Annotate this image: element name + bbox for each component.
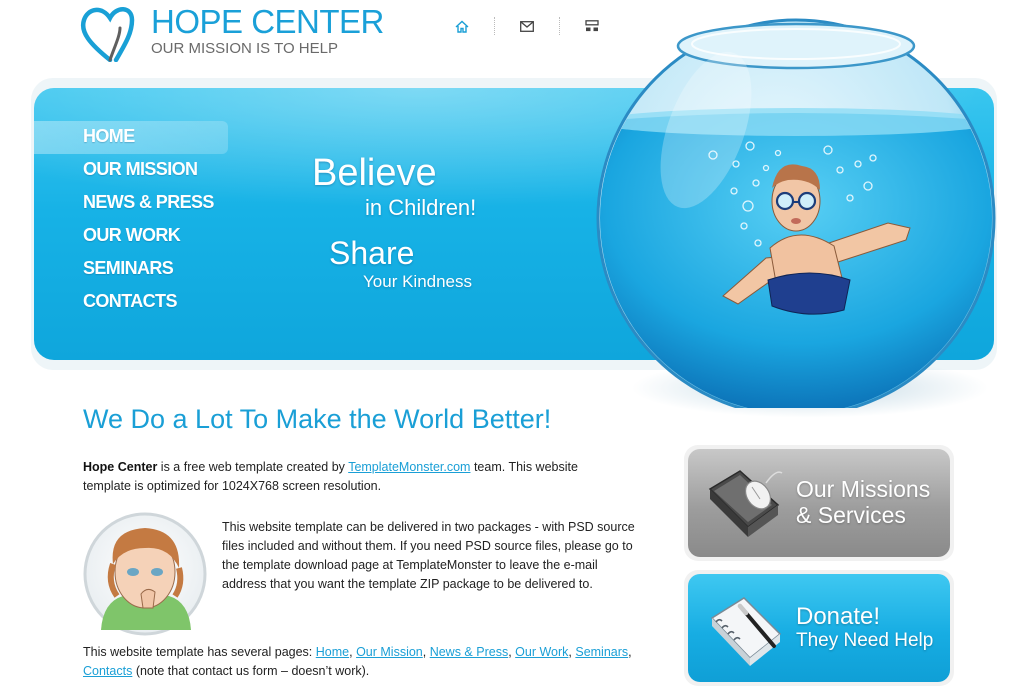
slogan-your-kindness: Your Kindness — [363, 272, 473, 291]
intro-text-a: is a free web template created by — [157, 460, 349, 474]
mail-icon[interactable] — [513, 16, 541, 36]
nav-item-contacts[interactable]: CONTACTS — [34, 286, 234, 319]
child-portrait-image — [83, 512, 207, 636]
pages-text-b: (note that contact us form – doesn’t wor… — [132, 664, 370, 678]
divider — [494, 17, 495, 35]
laptop-mouse-icon — [708, 470, 783, 537]
slogan-believe: Believe — [312, 152, 437, 194]
nav-item-news-press[interactable]: NEWS & PRESS — [34, 187, 234, 220]
notebook-pen-icon — [710, 597, 782, 666]
link-our-mission[interactable]: Our Mission — [356, 645, 423, 659]
link-contacts[interactable]: Contacts — [83, 664, 132, 678]
home-icon[interactable] — [448, 16, 476, 36]
link-home[interactable]: Home — [316, 645, 349, 659]
site-title: HOPE CENTER — [151, 3, 384, 40]
missions-services-button[interactable]: Our Missions & Services — [688, 449, 950, 557]
link-seminars[interactable]: Seminars — [575, 645, 628, 659]
top-icon-bar — [448, 16, 606, 36]
nav-item-our-mission[interactable]: OUR MISSION — [34, 154, 234, 187]
donate-label-line1: Donate! — [796, 603, 881, 630]
missions-label-line2: & Services — [796, 502, 906, 528]
site-logo[interactable]: HOPE CENTER OUR MISSION IS TO HELP — [80, 2, 384, 62]
templatemonster-link[interactable]: TemplateMonster.com — [348, 460, 470, 474]
nav-item-seminars[interactable]: SEMINARS — [34, 253, 234, 286]
slogan-share: Share — [329, 235, 415, 271]
heart-logo-icon — [80, 7, 135, 62]
site-subtitle: OUR MISSION IS TO HELP — [151, 40, 338, 57]
divider — [559, 17, 560, 35]
main-heading: We Do a Lot To Make the World Better! — [83, 404, 552, 434]
intro-paragraph: Hope Center is a free web template creat… — [83, 458, 623, 496]
pages-text-a: This website template has several pages: — [83, 645, 316, 659]
link-separator: , — [422, 645, 430, 659]
packages-paragraph: This website template can be delivered i… — [222, 520, 635, 591]
missions-label-line1: Our Missions — [796, 476, 931, 502]
donate-label-line2: They Need Help — [796, 630, 934, 651]
link-news-press[interactable]: News & Press — [430, 645, 509, 659]
link-separator: , — [628, 645, 632, 659]
fishbowl-swimmer-image — [596, 18, 996, 408]
slogan-in-children: in Children! — [365, 195, 477, 220]
pages-paragraph: This website template has several pages:… — [83, 643, 643, 681]
brand-name: Hope Center — [83, 460, 158, 474]
main-nav: HOME OUR MISSION NEWS & PRESS OUR WORK S… — [34, 121, 234, 319]
link-our-work[interactable]: Our Work — [515, 645, 568, 659]
donate-button[interactable]: Donate! They Need Help — [688, 574, 950, 682]
nav-item-our-work[interactable]: OUR WORK — [34, 220, 234, 253]
nav-item-home[interactable]: HOME — [34, 121, 228, 154]
